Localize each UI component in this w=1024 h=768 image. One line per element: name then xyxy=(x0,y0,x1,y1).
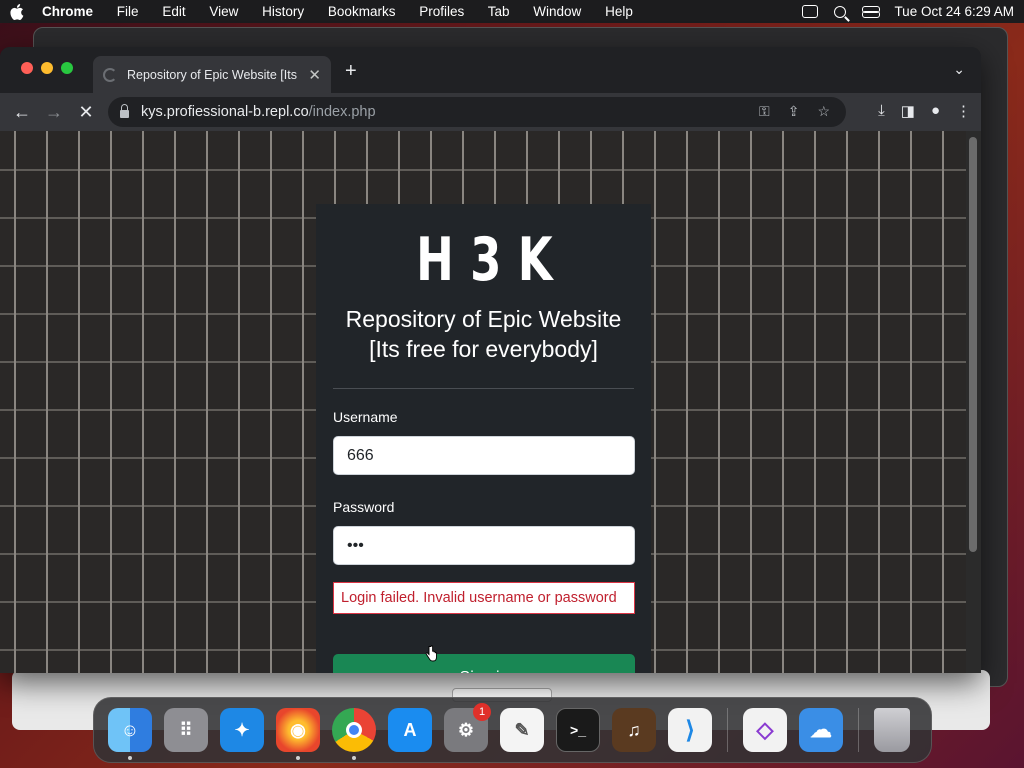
dock-vscode-icon[interactable]: ⟩ xyxy=(668,708,712,752)
dock: ☺ ⠿ ✦ ◉ A ⚙ 1 ✎ >_ ♫ ⟩ ◇ ☁ xyxy=(93,697,932,763)
heading-line-1: Repository of Epic Website xyxy=(345,306,622,332)
chrome-menu-icon[interactable]: ⋮ xyxy=(956,102,971,120)
menu-tab[interactable]: Tab xyxy=(488,4,510,19)
app-glyph: ⠿ xyxy=(179,719,193,740)
control-center-icon[interactable] xyxy=(862,5,881,18)
menubar-status-area: Tue Oct 24 6:29 AM xyxy=(802,4,1014,19)
app-glyph: ✦ xyxy=(234,719,250,740)
zoom-window-button[interactable] xyxy=(61,62,73,74)
dock-app-store-icon[interactable]: A xyxy=(388,708,432,752)
notification-badge: 1 xyxy=(473,703,491,721)
logo-letter: 3 xyxy=(470,225,501,295)
dock-safari-icon[interactable]: ✦ xyxy=(220,708,264,752)
username-label: Username xyxy=(333,409,398,425)
dock-weather-icon[interactable]: ☁ xyxy=(799,708,843,752)
menu-view[interactable]: View xyxy=(209,4,238,19)
browser-toolbar: ← → ✕ kys.profiessional-b.repl.co/index.… xyxy=(0,93,981,131)
dock-finder-icon[interactable]: ☺ xyxy=(108,708,152,760)
tab-search-icon[interactable]: ⌄ xyxy=(953,61,965,78)
running-indicator xyxy=(128,756,132,760)
dock-visual-studio-icon[interactable]: ◇ xyxy=(743,708,787,752)
menu-bar: Chrome File Edit View History Bookmarks … xyxy=(0,0,1024,23)
tab-close-icon[interactable]: ✕ xyxy=(308,66,321,84)
bookmark-star-icon[interactable]: ☆ xyxy=(817,103,830,120)
dock-textedit-icon[interactable]: ✎ xyxy=(500,708,544,752)
menu-profiles[interactable]: Profiles xyxy=(419,4,464,19)
tab-title: Repository of Epic Website [Its free for… xyxy=(127,67,300,82)
scrollbar-thumb[interactable] xyxy=(969,137,977,552)
dock-system-settings-icon[interactable]: ⚙ 1 xyxy=(444,703,491,752)
dock-launchpad-icon[interactable]: ⠿ xyxy=(164,708,208,752)
app-glyph: ☺ xyxy=(120,719,140,740)
running-indicator xyxy=(296,756,300,760)
dock-firefox-icon[interactable]: ◉ xyxy=(276,708,320,760)
page-heading: Repository of Epic Website [Its free for… xyxy=(333,304,634,364)
page-viewport: H 3 K Repository of Epic Website [Its fr… xyxy=(0,131,966,673)
profile-avatar-icon[interactable]: ● xyxy=(931,102,940,120)
dock-chrome-icon[interactable] xyxy=(332,708,376,760)
close-window-button[interactable] xyxy=(21,62,33,74)
share-icon[interactable]: ⇪ xyxy=(788,103,800,120)
app-glyph: ☁ xyxy=(810,717,832,742)
dock-separator xyxy=(727,708,728,752)
lock-icon[interactable] xyxy=(120,104,129,118)
spotlight-search-icon[interactable] xyxy=(834,5,847,18)
minimize-window-button[interactable] xyxy=(41,62,53,74)
menubar-clock[interactable]: Tue Oct 24 6:29 AM xyxy=(894,4,1014,19)
side-panel-icon[interactable]: ◨ xyxy=(901,102,915,120)
logo-letter: H xyxy=(415,225,454,295)
menu-items: Chrome File Edit View History Bookmarks … xyxy=(42,4,653,19)
mouse-pointer-hand-icon xyxy=(425,645,437,662)
password-input[interactable]: ••• xyxy=(333,526,635,565)
app-glyph: ⟩ xyxy=(685,716,695,744)
login-card: H 3 K Repository of Epic Website [Its fr… xyxy=(316,204,651,673)
dock-terminal-icon[interactable]: >_ xyxy=(556,708,600,752)
error-alert: Login failed. Invalid username or passwo… xyxy=(333,582,635,614)
dock-separator xyxy=(858,708,859,752)
loading-spinner-icon xyxy=(103,67,117,82)
apple-menu-icon[interactable] xyxy=(10,3,24,20)
heading-line-2: [Its free for everybody] xyxy=(369,336,598,362)
app-glyph: ✎ xyxy=(514,719,530,740)
site-logo: H 3 K xyxy=(333,225,634,295)
download-icon[interactable]: ⤓ xyxy=(878,102,885,120)
stop-loading-icon[interactable]: ✕ xyxy=(70,102,102,123)
app-glyph: ♫ xyxy=(627,719,641,740)
back-arrow-icon[interactable]: ← xyxy=(6,102,38,123)
tab-active[interactable]: Repository of Epic Website [Its free for… xyxy=(93,56,331,93)
forward-arrow-icon[interactable]: → xyxy=(38,102,70,123)
menu-file[interactable]: File xyxy=(117,4,139,19)
tab-strip: Repository of Epic Website [Its free for… xyxy=(0,47,981,93)
url-host: kys.profiessional-b.repl.co xyxy=(141,104,309,120)
screen-mirroring-icon[interactable] xyxy=(802,5,819,18)
toolbar-actions: ⤓ ◨ ● ⋮ xyxy=(878,102,971,120)
username-input[interactable]: 666 xyxy=(333,436,635,475)
window-controls xyxy=(21,62,73,74)
app-glyph: ⚙ xyxy=(457,719,475,740)
app-glyph: A xyxy=(403,719,417,740)
address-bar[interactable]: kys.profiessional-b.repl.co/index.php ⚿ … xyxy=(108,97,846,127)
sign-in-button[interactable]: Sign in xyxy=(333,654,635,673)
menu-edit[interactable]: Edit xyxy=(162,4,185,19)
dock-trash-icon[interactable] xyxy=(874,708,910,752)
app-glyph: ◇ xyxy=(756,717,774,742)
chrome-window: Repository of Epic Website [Its free for… xyxy=(0,47,981,673)
menu-window[interactable]: Window xyxy=(533,4,581,19)
app-glyph: >_ xyxy=(570,722,586,738)
url-path: /index.php xyxy=(308,104,376,120)
password-key-icon[interactable]: ⚿ xyxy=(759,103,770,120)
menu-bookmarks[interactable]: Bookmarks xyxy=(328,4,396,19)
dock-garageband-icon[interactable]: ♫ xyxy=(612,708,656,752)
chrome-center xyxy=(346,722,362,738)
menu-app-chrome[interactable]: Chrome xyxy=(42,4,93,19)
new-tab-button[interactable]: + xyxy=(345,60,357,83)
app-glyph: ◉ xyxy=(290,719,306,740)
running-indicator xyxy=(352,756,356,760)
menu-help[interactable]: Help xyxy=(605,4,633,19)
address-bar-actions: ⚿ ⇪ ☆ xyxy=(759,103,830,120)
menu-history[interactable]: History xyxy=(262,4,304,19)
password-label: Password xyxy=(333,499,395,515)
divider xyxy=(333,388,634,389)
logo-letter: K xyxy=(517,225,552,295)
